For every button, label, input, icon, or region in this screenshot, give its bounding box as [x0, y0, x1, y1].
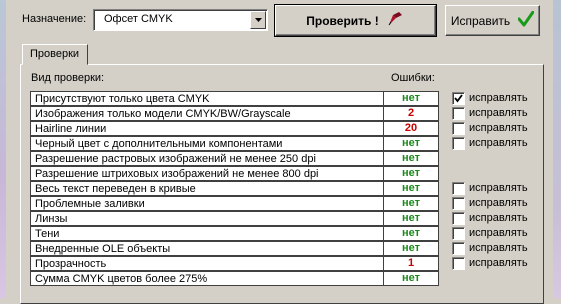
- fix-checkbox[interactable]: [452, 137, 465, 150]
- fix-checkbox-label[interactable]: исправлять: [469, 137, 528, 149]
- fix-checkbox-label[interactable]: исправлять: [469, 257, 528, 269]
- fix-checkbox-label[interactable]: исправлять: [469, 122, 528, 134]
- error-count: нет: [384, 166, 439, 181]
- check-name: Прозрачность: [35, 258, 107, 270]
- error-count: нет: [384, 91, 439, 106]
- column-errors-header: Ошибки:: [391, 72, 435, 84]
- check-name: Проблемные заливки: [35, 198, 145, 210]
- check-name-cell: Прозрачность: [30, 256, 384, 271]
- fix-checkbox[interactable]: [452, 107, 465, 120]
- checkmark-icon: [517, 10, 535, 30]
- check-name: Линзы: [35, 213, 68, 225]
- fix-checkbox[interactable]: [452, 182, 465, 195]
- check-name: Весь текст переведен в кривые: [35, 183, 196, 195]
- check-name-cell: Линзы: [30, 211, 384, 226]
- fix-button[interactable]: Исправить: [445, 5, 540, 36]
- fix-checkbox[interactable]: [452, 227, 465, 240]
- error-count: нет: [384, 181, 439, 196]
- chevron-down-icon[interactable]: [250, 11, 266, 29]
- fix-button-label: Исправить: [450, 13, 511, 28]
- check-name-cell: Разрешение растровых изображений не мене…: [30, 151, 384, 166]
- fix-checkbox-label[interactable]: исправлять: [469, 107, 528, 119]
- check-name-cell: Изображения только модели CMYK/BW/Graysc…: [30, 106, 384, 121]
- check-name-cell: Присутствуют только цвета CMYK: [30, 91, 384, 106]
- check-name: Изображения только модели CMYK/BW/Graysc…: [35, 108, 291, 120]
- check-name: Тени: [35, 228, 60, 240]
- profile-select[interactable]: Офсет CMYK: [93, 9, 268, 31]
- check-name: Разрешение штриховых изображений не мене…: [35, 168, 319, 180]
- check-name-cell: Hairline линии: [30, 121, 384, 136]
- error-count: 2: [384, 106, 439, 121]
- fix-checkbox-label[interactable]: исправлять: [469, 227, 528, 239]
- error-count: 1: [384, 256, 439, 271]
- error-count: нет: [384, 211, 439, 226]
- window-edge-right: [553, 0, 561, 298]
- error-count: нет: [384, 196, 439, 211]
- error-count: 20: [384, 121, 439, 136]
- verify-button[interactable]: Проверить !: [274, 4, 437, 37]
- check-name: Hairline линии: [35, 123, 107, 135]
- check-mark-icon: [454, 94, 463, 103]
- fix-checkbox-label[interactable]: исправлять: [469, 182, 528, 194]
- profile-select-value: Офсет CMYK: [104, 13, 173, 25]
- check-name: Сумма CMYK цветов более 275%: [35, 273, 208, 285]
- tab-checks-label: Проверки: [30, 48, 80, 60]
- check-name-cell: Тени: [30, 226, 384, 241]
- fix-checkbox-label[interactable]: исправлять: [469, 242, 528, 254]
- check-name: Присутствуют только цвета CMYK: [35, 93, 210, 105]
- error-count: нет: [384, 241, 439, 256]
- column-check-header: Вид проверки:: [31, 72, 105, 84]
- check-name-cell: Проблемные заливки: [30, 196, 384, 211]
- fix-checkbox[interactable]: [452, 242, 465, 255]
- check-name: Внедренные OLE объекты: [35, 243, 171, 255]
- check-name-cell: Внедренные OLE объекты: [30, 241, 384, 256]
- check-name-cell: Разрешение штриховых изображений не мене…: [30, 166, 384, 181]
- tab-checks[interactable]: Проверки: [22, 44, 88, 65]
- error-count: нет: [384, 271, 439, 286]
- fix-checkbox-label[interactable]: исправлять: [469, 212, 528, 224]
- assign-label: Назначение:: [22, 13, 87, 25]
- error-count: нет: [384, 151, 439, 166]
- fix-checkbox[interactable]: [452, 212, 465, 225]
- check-name-cell: Весь текст переведен в кривые: [30, 181, 384, 196]
- check-name-cell: Сумма CMYK цветов более 275%: [30, 271, 384, 286]
- fix-checkbox[interactable]: [452, 197, 465, 210]
- fix-checkbox[interactable]: [452, 122, 465, 135]
- pen-icon: [387, 11, 405, 30]
- fix-checkbox[interactable]: [452, 92, 465, 105]
- error-count: нет: [384, 226, 439, 241]
- fix-checkbox-label[interactable]: исправлять: [469, 197, 528, 209]
- check-name: Разрешение растровых изображений не мене…: [35, 153, 316, 165]
- check-name: Черный цвет с дополнительными компонента…: [35, 138, 283, 150]
- fix-checkbox[interactable]: [452, 257, 465, 270]
- fix-checkbox-label[interactable]: исправлять: [469, 92, 528, 104]
- verify-button-label: Проверить !: [306, 13, 379, 28]
- error-count: нет: [384, 136, 439, 151]
- window-edge-left: [0, 0, 6, 298]
- check-name-cell: Черный цвет с дополнительными компонента…: [30, 136, 384, 151]
